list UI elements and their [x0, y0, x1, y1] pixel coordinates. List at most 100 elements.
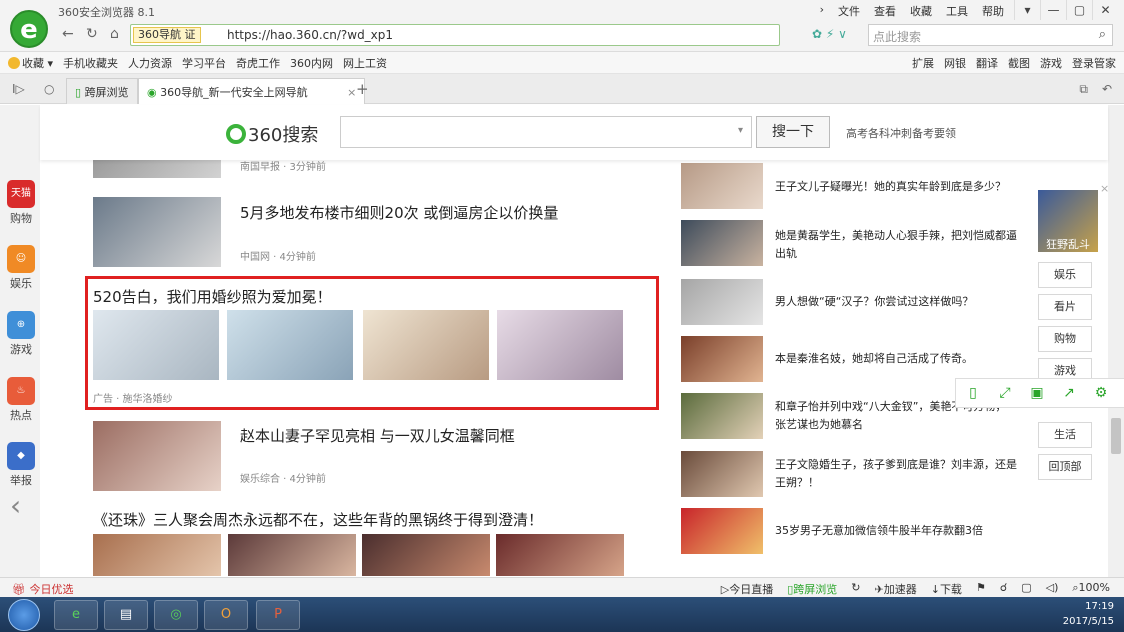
sidebar-item-hot[interactable]: ♨ 热点 — [6, 377, 36, 423]
ad-sponsor[interactable]: 施华洛婚纱 — [123, 394, 173, 405]
clean-icon[interactable]: ☌ — [1000, 581, 1007, 597]
bookmark-work[interactable]: 奇虎工作 — [236, 55, 280, 71]
bookmark-intranet[interactable]: 360内网 — [290, 55, 333, 71]
window-icon[interactable]: ▢ — [1021, 581, 1031, 597]
refresh-status-icon[interactable]: ↻ — [851, 581, 860, 597]
share-icon[interactable]: ↗ — [1058, 382, 1080, 404]
ad-image[interactable] — [227, 310, 353, 380]
sidebar-toggle-icon[interactable]: I▷ — [12, 82, 25, 96]
search-button[interactable]: 搜一下 — [756, 116, 830, 148]
right-news-image[interactable] — [681, 336, 763, 382]
toolbar-screenshot[interactable]: 截图 — [1008, 55, 1030, 71]
url-text[interactable]: https://hao.360.cn/?wd_xp1 — [227, 28, 393, 42]
status-cross-screen[interactable]: ▯跨屏浏览 — [787, 581, 837, 597]
ad-image[interactable] — [93, 310, 219, 380]
ad-title[interactable]: 520告白，我们用婚纱照为爱加冕！ — [93, 286, 332, 307]
news-thumbnail[interactable] — [496, 534, 624, 576]
dropdown-icon[interactable]: ▾ — [738, 125, 743, 136]
scrollbar-thumb[interactable] — [1111, 418, 1121, 454]
status-live[interactable]: ▷今日直播 — [721, 581, 773, 597]
widget-entertainment[interactable]: 娱乐 — [1038, 262, 1092, 288]
sidebar-item-report[interactable]: ◆ 举报 — [6, 442, 36, 488]
explorer-icon[interactable]: ▤ — [104, 600, 148, 630]
bookmark-mobile[interactable]: 手机收藏夹 — [63, 55, 118, 71]
minimize-icon[interactable]: — — [1040, 0, 1066, 20]
mobile-icon[interactable]: ▯ — [962, 382, 984, 404]
powerpoint-icon[interactable]: P — [256, 600, 300, 630]
menu-item-file[interactable]: 文件 — [838, 3, 860, 19]
news-thumbnail[interactable] — [93, 534, 221, 576]
widget-life[interactable]: 生活 — [1038, 422, 1092, 448]
news-thumbnail[interactable] — [93, 197, 221, 267]
back-icon[interactable]: ← — [62, 26, 74, 42]
sidebar-item-games[interactable]: ⊕ 游戏 — [6, 311, 36, 357]
right-news-title[interactable]: 男人想做“硬“汉子？你尝试过这样做吗？ — [775, 293, 1023, 311]
web-search-input[interactable]: ▾ — [340, 116, 752, 148]
right-news-title[interactable]: 35岁男子无意加微信领牛股半年存款翻3倍 — [775, 522, 1023, 540]
toolbar-extensions[interactable]: 扩展 — [912, 55, 934, 71]
site-badge[interactable]: 360导航 证 — [133, 27, 201, 43]
news-thumbnail[interactable] — [362, 534, 490, 576]
window-list-icon[interactable]: ⧉ — [1079, 82, 1088, 97]
toolbar-games[interactable]: 游戏 — [1040, 55, 1062, 71]
ad-image[interactable] — [497, 310, 623, 380]
fullscreen-icon[interactable]: ⤢ — [994, 382, 1016, 404]
settings-icon[interactable]: ⚙ — [1090, 382, 1112, 404]
search-hint-link[interactable]: 高考各科冲刺备考要领 — [846, 125, 956, 141]
menu-item-help[interactable]: 帮助 — [982, 3, 1004, 19]
right-news-image[interactable] — [681, 163, 763, 209]
close-icon[interactable]: ✕ — [1092, 0, 1118, 20]
right-news-title[interactable]: 本是秦淮名妓，她却将自己活成了传奇。 — [775, 350, 1023, 368]
widget-videos[interactable]: 看片 — [1038, 294, 1092, 320]
right-news-title[interactable]: 王子文隐婚生子，孩子爹到底是谁？刘丰源，还是王朔？！ — [775, 456, 1023, 492]
right-news-image[interactable] — [681, 279, 763, 325]
tab-close-icon[interactable]: × — [347, 86, 356, 99]
toolbar-translate[interactable]: 翻译 — [976, 55, 998, 71]
menu-back-arrow-icon[interactable]: › — [820, 3, 824, 19]
zoom-level[interactable]: ⌕100% — [1072, 581, 1110, 597]
back-to-top-button[interactable]: 回顶部 — [1038, 454, 1092, 480]
search-icon[interactable]: ⌕ — [1099, 27, 1106, 42]
news-title[interactable]: 5月多地发布楼市细则20次 或倒逼房企以价换量 — [240, 202, 558, 223]
bookmark-hr[interactable]: 人力资源 — [128, 55, 172, 71]
status-accelerator[interactable]: ✈加速器 — [875, 581, 917, 597]
right-news-image[interactable] — [681, 508, 763, 554]
sidebar-item-entertainment[interactable]: ☺ 娱乐 — [6, 245, 36, 291]
new-tab-icon[interactable]: + — [356, 80, 369, 98]
news-title[interactable]: 赵本山妻子罕见亮相 与一双儿女温馨同框 — [240, 425, 515, 446]
news-thumbnail[interactable] — [93, 421, 221, 491]
bookmark-learning[interactable]: 学习平台 — [182, 55, 226, 71]
wechat-icon[interactable]: ◎ — [154, 600, 198, 630]
home-icon[interactable]: ⌂ — [110, 26, 119, 42]
menu-item-favorites[interactable]: 收藏 — [910, 3, 932, 19]
maximize-icon[interactable]: ▢ — [1066, 0, 1092, 20]
ie-icon[interactable]: e — [54, 600, 98, 630]
right-news-title[interactable]: 她是黄磊学生，美艳动人心狠手辣，把刘恺威都逼出轨 — [775, 227, 1023, 263]
ad-image[interactable] — [363, 310, 489, 380]
bookmark-salary[interactable]: 网上工资 — [343, 55, 387, 71]
bookmark-favorites[interactable]: 收藏 ▾ — [8, 55, 53, 71]
save-icon[interactable]: ▣ — [1026, 382, 1048, 404]
collapse-arrow-icon[interactable]: ‹ — [10, 489, 21, 522]
menu-item-view[interactable]: 查看 — [874, 3, 896, 19]
right-news-image[interactable] — [681, 451, 763, 497]
vertical-scrollbar[interactable] — [1108, 105, 1124, 577]
refresh-icon[interactable]: ↻ — [86, 26, 98, 42]
menu-item-tools[interactable]: 工具 — [946, 3, 968, 19]
right-news-image[interactable] — [681, 220, 763, 266]
game-banner[interactable]: 狂野乱斗 — [1038, 190, 1098, 252]
system-tray[interactable]: 17:19 2017/5/15 — [1063, 599, 1114, 629]
skin-icon[interactable]: ▾ — [1014, 0, 1040, 20]
widget-shopping[interactable]: 购物 — [1038, 326, 1092, 352]
daily-picks[interactable]: 🎁︎ 今日优选 — [12, 581, 73, 597]
start-button-icon[interactable] — [8, 599, 40, 631]
news-title[interactable]: 《还珠》三人聚会周杰永远都不在，这些年背的黑锅终于得到澄清！ — [93, 509, 543, 530]
address-extension-icons[interactable]: ✿ ⚡ ∨ — [812, 27, 847, 41]
toolbar-bank[interactable]: 网银 — [944, 55, 966, 71]
right-news-title[interactable]: 王子文儿子疑曝光！她的真实年龄到底是多少？ — [775, 178, 1023, 196]
undo-icon[interactable]: ↶ — [1102, 82, 1112, 96]
toolbar-login-manager[interactable]: 登录管家 — [1072, 55, 1116, 71]
status-download[interactable]: ↓下载 — [931, 581, 962, 597]
restore-icon[interactable]: ○ — [44, 82, 54, 96]
tab-360-nav[interactable]: ◉ 360导航_新一代安全上网导航 × — [138, 78, 366, 104]
